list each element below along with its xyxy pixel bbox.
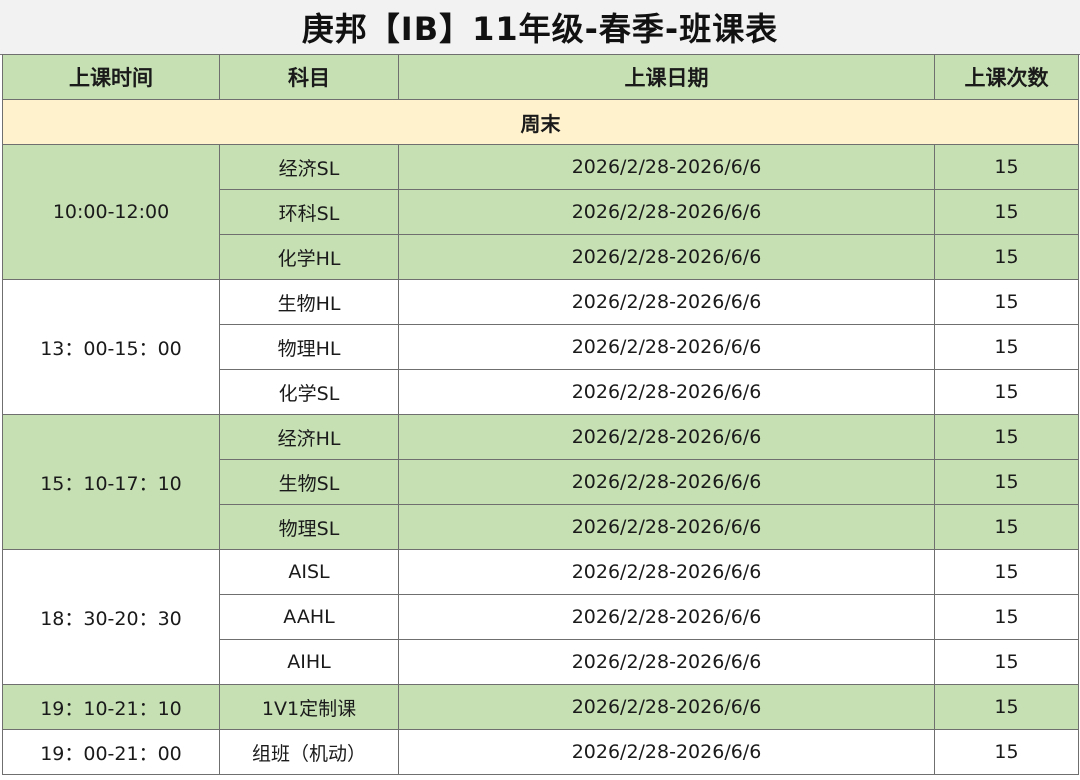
time-slot-cell: 19：00-21：00 (2, 729, 220, 775)
subject-cell: 环科SL (219, 189, 399, 235)
section-label: 周末 (2, 99, 1079, 145)
time-slot-cell: 15：10-17：10 (2, 414, 220, 550)
date-range-cell: 2026/2/28-2026/6/6 (398, 414, 935, 460)
date-range-cell: 2026/2/28-2026/6/6 (398, 144, 935, 190)
date-range-cell: 2026/2/28-2026/6/6 (398, 594, 935, 640)
table-row: 18：30-20：30 AISL 2026/2/28-2026/6/6 15 (2, 549, 1079, 685)
date-range-cell: 2026/2/28-2026/6/6 (398, 549, 935, 595)
subject-cell: 生物HL (219, 279, 399, 325)
subject-cell: 化学SL (219, 369, 399, 415)
date-range-cell: 2026/2/28-2026/6/6 (398, 639, 935, 685)
date-range-cell: 2026/2/28-2026/6/6 (398, 234, 935, 280)
date-range-cell: 2026/2/28-2026/6/6 (398, 369, 935, 415)
header-date: 上课日期 (398, 54, 935, 100)
date-range-cell: 2026/2/28-2026/6/6 (398, 729, 935, 775)
subject-cell: 经济HL (219, 414, 399, 460)
table-row: 19：10-21：10 1V1定制课 2026/2/28-2026/6/6 15 (2, 684, 1079, 730)
subject-cell: 化学HL (219, 234, 399, 280)
session-count-cell: 15 (934, 549, 1079, 595)
table-row: 15：10-17：10 经济HL 2026/2/28-2026/6/6 15 (2, 414, 1079, 550)
subject-cell: AIHL (219, 639, 399, 685)
subject-cell: 生物SL (219, 459, 399, 505)
subject-cell: AISL (219, 549, 399, 595)
date-range-cell: 2026/2/28-2026/6/6 (398, 189, 935, 235)
subject-cell: 组班（机动） (219, 729, 399, 775)
schedule-table: 上课时间 科目 上课日期 上课次数 周末 10:00-12:00 经济SL 2026… (2, 54, 1079, 775)
date-range-cell: 2026/2/28-2026/6/6 (398, 504, 935, 550)
session-count-cell: 15 (934, 639, 1079, 685)
table-row: 19：00-21：00 组班（机动） 2026/2/28-2026/6/6 15 (2, 729, 1079, 775)
session-count-cell: 15 (934, 729, 1079, 775)
table-row: 10:00-12:00 经济SL 2026/2/28-2026/6/6 15 (2, 144, 1079, 280)
schedule-title: 庚邦【IB】11年级-春季-班课表 (0, 0, 1080, 55)
time-slot-cell: 19：10-21：10 (2, 684, 220, 730)
subject-cell: 经济SL (219, 144, 399, 190)
date-range-cell: 2026/2/28-2026/6/6 (398, 279, 935, 325)
session-count-cell: 15 (934, 234, 1079, 280)
header-row: 上课时间 科目 上课日期 上课次数 (2, 54, 1079, 100)
header-subject: 科目 (219, 54, 399, 100)
date-range-cell: 2026/2/28-2026/6/6 (398, 684, 935, 730)
session-count-cell: 15 (934, 279, 1079, 325)
session-count-cell: 15 (934, 594, 1079, 640)
subject-cell: 物理HL (219, 324, 399, 370)
subject-cell: 1V1定制课 (219, 684, 399, 730)
date-range-cell: 2026/2/28-2026/6/6 (398, 459, 935, 505)
date-range-cell: 2026/2/28-2026/6/6 (398, 324, 935, 370)
time-slot-cell: 10:00-12:00 (2, 144, 220, 280)
time-slot-cell: 18：30-20：30 (2, 549, 220, 685)
session-count-cell: 15 (934, 504, 1079, 550)
section-row: 周末 (2, 99, 1079, 145)
session-count-cell: 15 (934, 144, 1079, 190)
session-count-cell: 15 (934, 684, 1079, 730)
session-count-cell: 15 (934, 324, 1079, 370)
session-count-cell: 15 (934, 414, 1079, 460)
header-time: 上课时间 (2, 54, 220, 100)
header-count: 上课次数 (934, 54, 1079, 100)
session-count-cell: 15 (934, 189, 1079, 235)
subject-cell: AAHL (219, 594, 399, 640)
schedule-sheet: 庚邦【IB】11年级-春季-班课表 上课时间 科目 上课日期 上课次数 周末 1… (0, 0, 1080, 780)
subject-cell: 物理SL (219, 504, 399, 550)
session-count-cell: 15 (934, 459, 1079, 505)
session-count-cell: 15 (934, 369, 1079, 415)
schedule-table-body: 上课时间 科目 上课日期 上课次数 周末 10:00-12:00 经济SL 2026… (2, 54, 1079, 775)
table-row: 13：00-15：00 生物HL 2026/2/28-2026/6/6 15 (2, 279, 1079, 415)
time-slot-cell: 13：00-15：00 (2, 279, 220, 415)
